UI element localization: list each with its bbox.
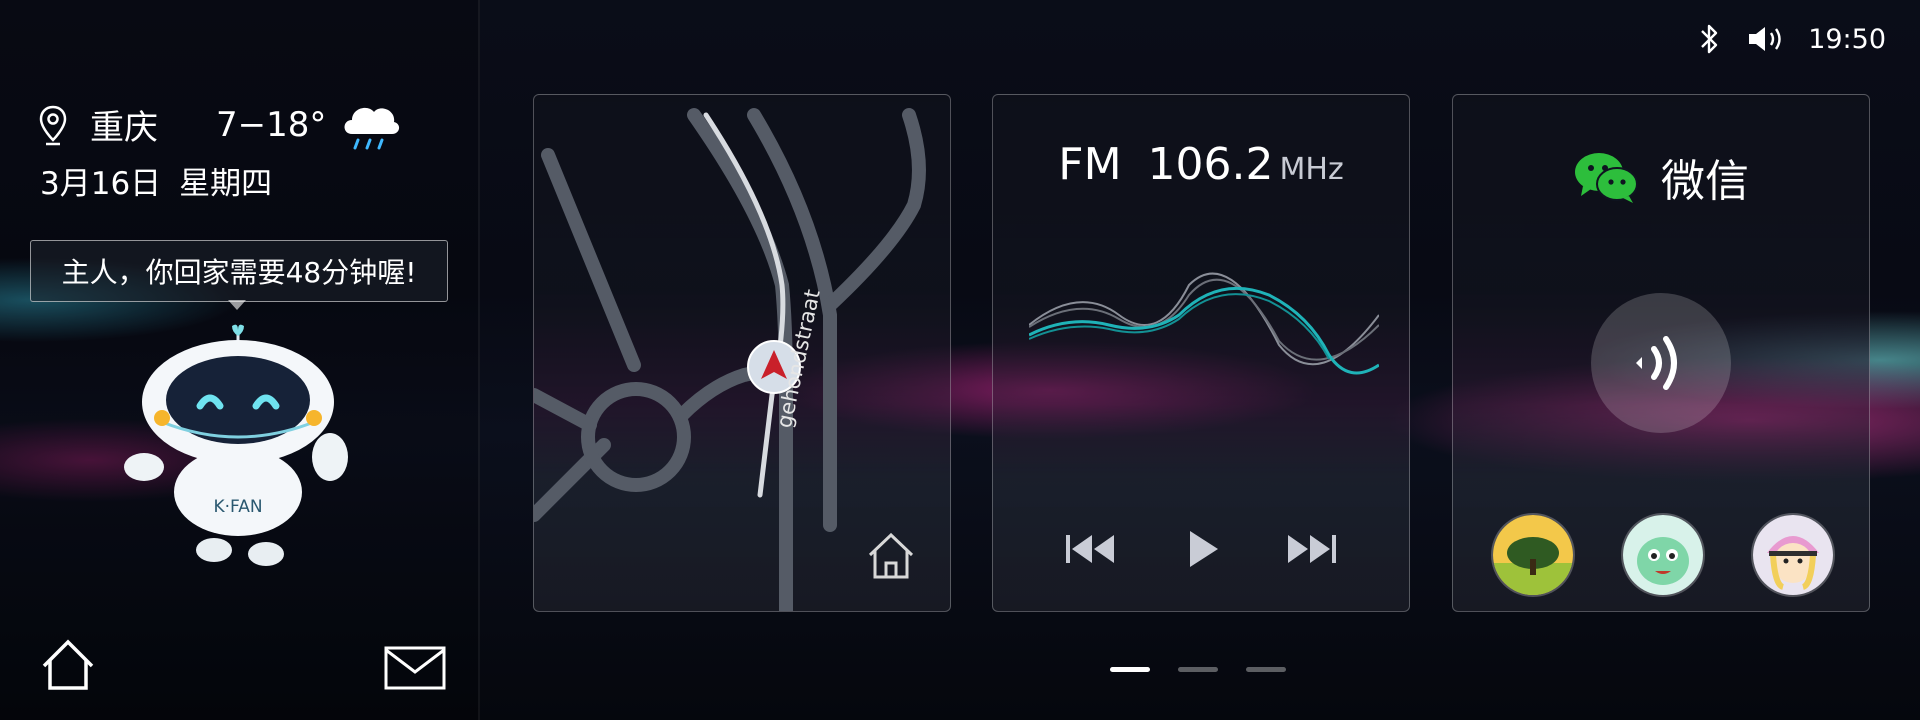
wechat-logo-icon	[1575, 153, 1638, 203]
assistant-message: 主人，你回家需要48分钟喔!	[61, 256, 417, 289]
rain-cloud-icon	[344, 107, 400, 150]
contact-avatar-girl[interactable]	[1751, 513, 1835, 597]
contact-avatar-dragon[interactable]	[1621, 513, 1705, 597]
status-bar: 19:50	[1694, 22, 1886, 56]
bluetooth-icon	[1701, 24, 1718, 54]
clock: 19:50	[1808, 23, 1886, 55]
home-button[interactable]	[40, 638, 96, 692]
volume-icon[interactable]	[1746, 22, 1786, 56]
page-dot-3[interactable]	[1246, 667, 1286, 672]
wechat-title: 微信	[1661, 156, 1749, 207]
contact-list	[1491, 513, 1835, 597]
play-icon[interactable]	[1172, 525, 1230, 573]
temperature-range: 7−18°	[216, 104, 327, 145]
wechat-card[interactable]: 微信	[1452, 94, 1870, 612]
next-track-icon[interactable]	[1284, 525, 1342, 573]
voice-message-button[interactable]	[1591, 293, 1731, 433]
weekday-text: 星期四	[179, 166, 273, 202]
assistant-speech-bubble: 主人，你回家需要48分钟喔!	[30, 240, 448, 302]
radio-station: FM 106.2 MHz	[993, 139, 1409, 190]
voice-wave-icon	[1636, 336, 1677, 390]
navigation-card[interactable]: gehondstraat	[533, 94, 951, 612]
previous-track-icon[interactable]	[1060, 525, 1118, 573]
city-name: 重庆	[90, 108, 158, 148]
date-row: 3月16日 星期四	[40, 158, 272, 203]
page-indicator	[1110, 667, 1286, 672]
weather-location[interactable]: 重庆 7−18°	[38, 100, 326, 149]
radio-unit: MHz	[1279, 152, 1344, 187]
contact-avatar-tree[interactable]	[1491, 513, 1575, 597]
audio-waveform	[1029, 272, 1379, 375]
speech-bubble-tail	[228, 300, 246, 310]
nav-home-icon[interactable]	[866, 531, 916, 581]
radio-card[interactable]: FM 106.2 MHz	[992, 94, 1410, 612]
radio-band: FM	[1058, 139, 1122, 190]
radio-frequency: 106.2	[1147, 139, 1274, 190]
page-dot-2[interactable]	[1178, 667, 1218, 672]
mail-button[interactable]	[384, 646, 446, 690]
wechat-header: 微信	[1453, 145, 1869, 209]
location-pin-icon	[39, 105, 67, 145]
mascot-label: K·FAN	[213, 497, 262, 517]
radio-controls	[993, 525, 1409, 573]
date-text: 3月16日	[40, 166, 162, 202]
robot-mascot[interactable]: K·FAN	[118, 322, 358, 572]
panel-divider	[478, 0, 480, 720]
page-dot-1[interactable]	[1110, 667, 1150, 672]
